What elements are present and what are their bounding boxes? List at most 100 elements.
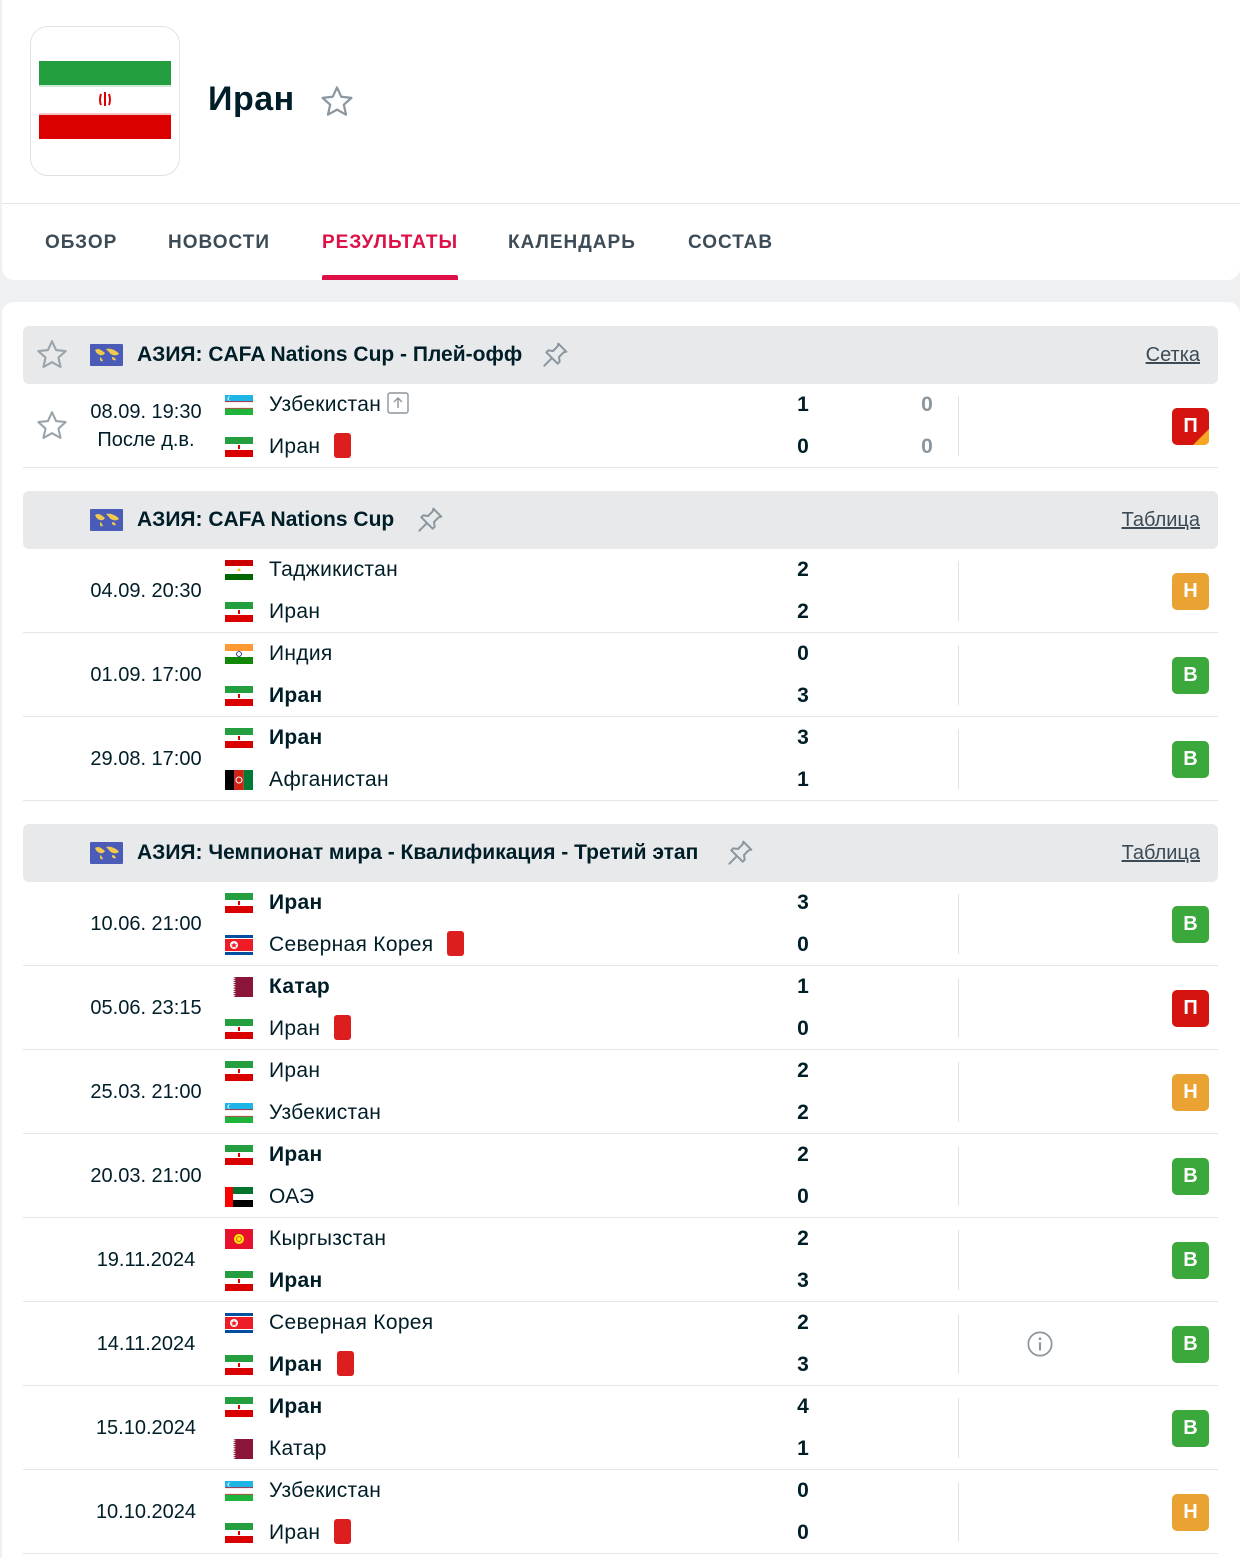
team-name-home: Кыргызстан [269,1222,386,1256]
result-badge-loss: П [1172,408,1209,445]
match-date: 08.09. 19:30 [90,401,202,423]
match-favorite-star-icon[interactable] [34,408,70,444]
team-row-away: Катар [225,1432,825,1466]
match-date: 25.03. 21:00 [90,1081,202,1103]
match-row[interactable]: 10.10.2024 Узбекистан 0 Иран 0 Н [23,1470,1218,1554]
match-row[interactable]: 20.03. 21:00 Иран 2 ОАЭ 0 В [23,1134,1218,1218]
result-label: Н [1183,580,1198,602]
team-row-home: Иран [225,721,825,755]
league-favorite-star-icon[interactable] [34,337,70,373]
uzbekistan-flag-icon [225,395,253,415]
score-home: 0 [797,642,809,665]
pin-icon[interactable] [414,504,446,536]
team-name-home: Катар [269,970,330,1004]
team-row-away: Иран [225,679,825,713]
pin-icon[interactable] [724,837,756,869]
match-row[interactable]: 29.08. 17:00 Иран 3 Афганистан 1 В [23,717,1218,801]
league-table-link[interactable]: Сетка [1146,326,1200,384]
match-row[interactable]: 04.09. 20:30 Таджикистан 2 Иран 2 Н [23,549,1218,633]
team-name-text: Северная Корея [269,933,434,956]
team-row-home: Узбекистан [225,1474,825,1508]
team-name-home: Иран [269,1054,320,1088]
iran-flag-icon [225,728,253,748]
team-name-home: Иран [269,1138,323,1172]
team-name-away: Иран [269,679,323,713]
team-name-text: Иран [269,726,323,749]
iran-flag-icon [225,1523,253,1543]
league-name: АЗИЯ: Чемпионат мира - Квалификация - Тр… [137,841,699,864]
team-name: Иран [208,80,295,118]
iran-flag-icon [225,602,253,622]
match-date: 20.03. 21:00 [90,1165,202,1187]
match-row[interactable]: 01.09. 17:00 Индия 0 Иран 3 В [23,633,1218,717]
score-home: 2 [797,1143,809,1166]
result-badge-win: В [1172,1326,1209,1363]
favorite-star-icon[interactable] [318,83,356,121]
advanced-arrow-icon [387,392,409,415]
team-row-away: Узбекистан [225,1096,825,1130]
match-row[interactable]: 19.11.2024 Кыргызстан 2 Иран 3 В [23,1218,1218,1302]
league-table-link[interactable]: Таблица [1122,824,1200,882]
tab-calendar[interactable]: КАЛЕНДАРЬ [508,204,636,280]
team-row-away: Иран [225,1012,825,1046]
uzbekistan-flag-icon [225,1103,253,1123]
score-home: 2 [797,558,809,581]
match-row[interactable]: 05.06. 23:15 Катар 1 Иран 0 П [23,966,1218,1050]
red-card-icon [334,1014,352,1040]
team-name-home: Узбекистан [269,1474,381,1508]
uzbekistan-flag-icon [225,1481,253,1501]
team-row-away: Иран [225,1348,825,1382]
team-name-away: Иран [269,1348,354,1382]
world-flag-icon [90,344,123,366]
match-row[interactable]: 15.10.2024 Иран 4 Катар 1 В [23,1386,1218,1470]
tab-squad[interactable]: СОСТАВ [688,204,773,280]
northkorea-flag-icon [225,1313,253,1333]
result-badge-draw: Н [1172,1074,1209,1111]
result-label: В [1183,1165,1198,1187]
match-date: 10.06. 21:00 [90,913,202,935]
qatar-flag-icon [225,977,253,997]
match-row[interactable]: 08.09. 19:30 После д.в. Узбекистан 1 0 Иран 0 0… [23,384,1218,468]
result-badge-draw: Н [1172,573,1209,610]
score-away: 2 [797,600,809,623]
score-away: 0 [797,1185,809,1208]
result-label: Н [1183,1501,1198,1523]
team-name-text: Северная Корея [269,1311,434,1334]
column-divider [958,1482,959,1542]
result-badge-draw: Н [1172,1494,1209,1531]
team-name-text: Афганистан [269,768,389,791]
score-home: 1 [797,393,809,416]
score-away: 0 [797,933,809,956]
team-name-home: Узбекистан [269,388,409,422]
tab-results[interactable]: РЕЗУЛЬТАТЫ [322,204,459,280]
pin-icon[interactable] [539,339,571,371]
info-icon[interactable] [1026,1330,1054,1358]
team-name-home: Иран [269,886,323,920]
match-date: 19.11.2024 [96,1249,196,1271]
team-row-home: Кыргызстан [225,1222,825,1256]
match-date: 15.10.2024 [95,1417,197,1439]
score-home: 2 [797,1227,809,1250]
column-divider [958,645,959,705]
team-name-text: Таджикистан [269,558,398,581]
team-row-home: Индия [225,637,825,671]
match-row[interactable]: 10.06. 21:00 Иран 3 Северная Корея 0 В [23,882,1218,966]
team-name-text: Узбекистан [269,1479,382,1502]
score-home: 3 [797,891,809,914]
team-row-home: Иран [225,1390,825,1424]
column-divider [958,729,959,789]
match-row[interactable]: 25.03. 21:00 Иран 2 Узбекистан 2 Н [23,1050,1218,1134]
team-header: Иран ОБЗОР НОВОСТИ РЕЗУЛЬТАТЫ КАЛЕНДАРЬ … [2,0,1240,280]
tab-news[interactable]: НОВОСТИ [168,204,270,280]
match-row[interactable]: 14.11.2024 Северная Корея 2 Иран 3 В [23,1302,1218,1386]
iran-flag-icon [225,437,253,457]
team-name-home: Северная Корея [269,1306,433,1340]
tab-overview[interactable]: ОБЗОР [45,204,117,280]
team-name-away: Катар [269,1432,327,1466]
iran-flag-icon [225,686,253,706]
team-row-away: Афганистан [225,763,825,797]
team-row-away: Иран [225,1516,825,1550]
league-table-link[interactable]: Таблица [1122,491,1200,549]
red-card-icon [336,1350,354,1376]
column-divider [958,396,959,456]
